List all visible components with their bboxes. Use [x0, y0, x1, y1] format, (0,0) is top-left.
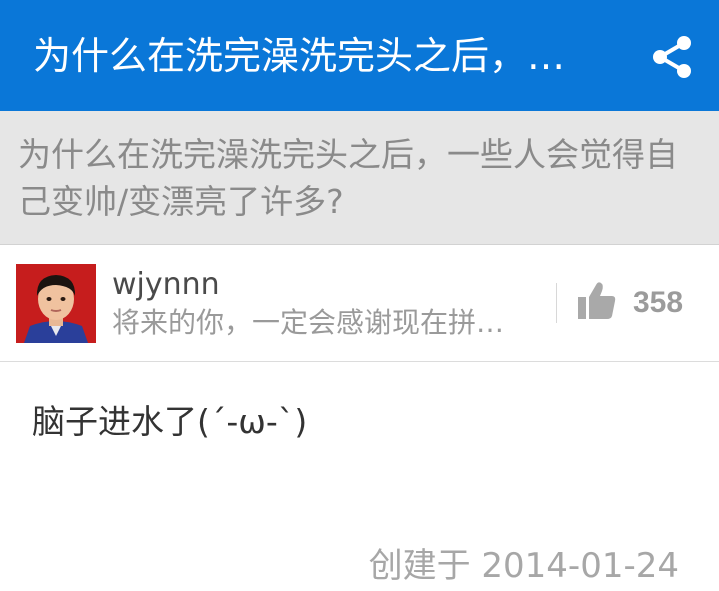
vote-count: 358 [633, 286, 684, 319]
share-button[interactable] [648, 33, 696, 81]
created-date: 创建于 2014-01-24 [368, 546, 679, 586]
author-name[interactable]: wjynnn [112, 265, 220, 305]
question-title: 为什么在洗完澡洗完头之后，一些人会觉得自己变帅/变漂亮了许多? [18, 135, 678, 221]
app-bar-title: 为什么在洗完澡洗完头之后，… [33, 34, 566, 78]
share-icon [653, 36, 691, 78]
avatar[interactable] [16, 264, 96, 343]
answer-screen: 为什么在洗完澡洗完头之后，… 为什么在洗完澡洗完头之后，一些人会觉得自己变帅/变… [0, 0, 719, 591]
author-bio: 将来的你，一定会感谢现在拼… [112, 306, 505, 339]
answer-body: 脑子进水了(´-ω-`) [32, 402, 308, 441]
avatar-photo [16, 264, 96, 343]
author-bar: wjynnn 将来的你，一定会感谢现在拼… 358 [0, 245, 719, 362]
app-bar: 为什么在洗完澡洗完头之后，… [0, 0, 719, 111]
divider [556, 283, 557, 323]
thumbs-up-icon [578, 282, 616, 319]
question-header[interactable]: 为什么在洗完澡洗完头之后，一些人会觉得自己变帅/变漂亮了许多? [0, 111, 719, 245]
